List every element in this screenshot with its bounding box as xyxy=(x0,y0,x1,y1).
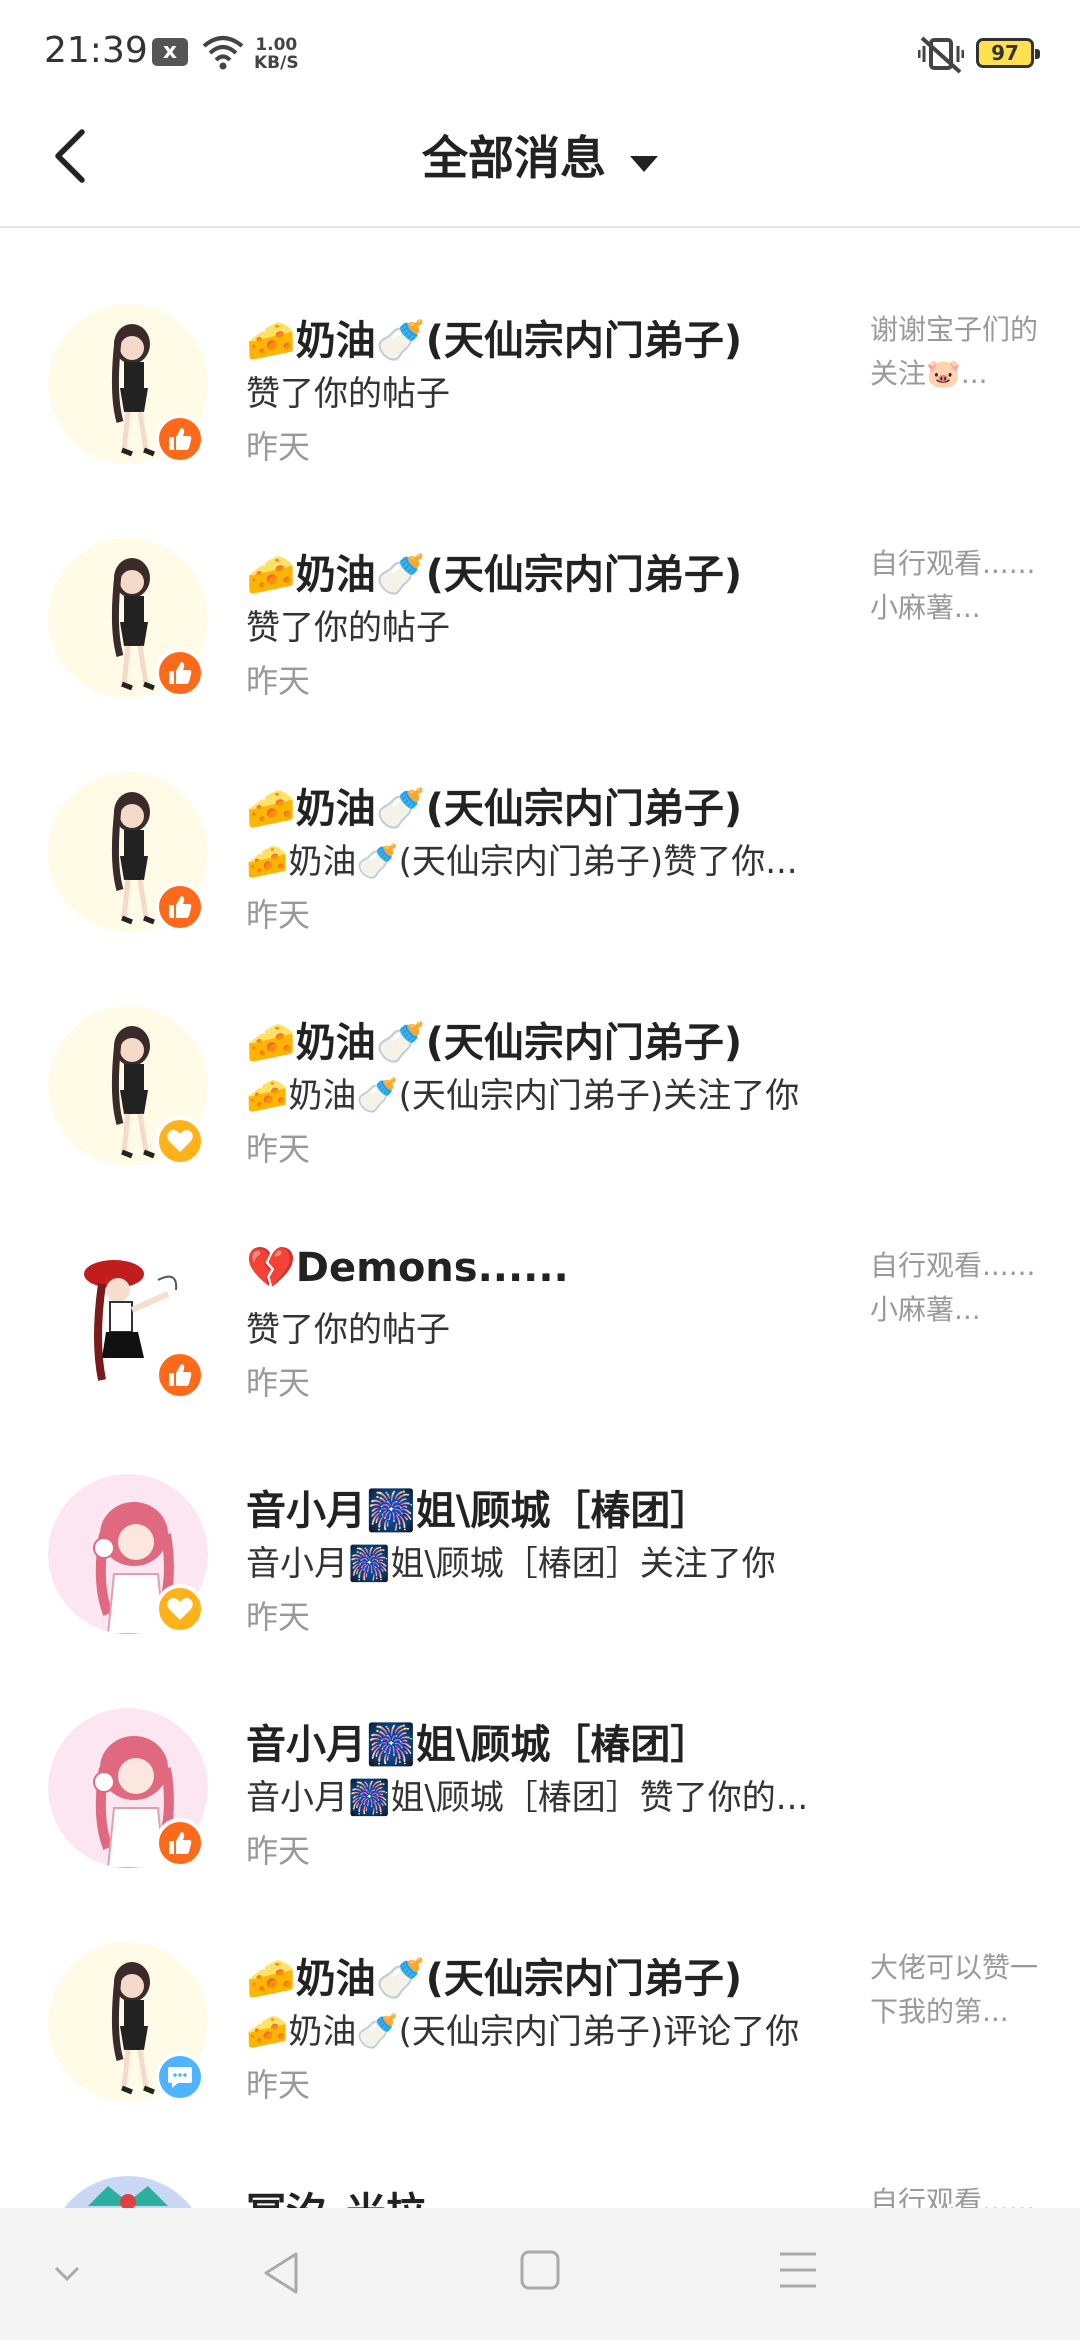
page-title: 全部消息 xyxy=(422,131,606,185)
message-action: 🧀奶油🍼(天仙宗内门弟子)赞了你... xyxy=(246,842,798,882)
message-action: 🧀奶油🍼(天仙宗内门弟子)评论了你 xyxy=(246,2012,800,2052)
vibrate-mute-icon xyxy=(918,36,964,74)
chevron-down-icon[interactable] xyxy=(52,2264,82,2284)
message-time: 昨天 xyxy=(246,2066,311,2104)
sender-name[interactable]: 音小月🎆姐\顾城［椿团］ xyxy=(246,1478,710,1536)
battery-indicator: 97 xyxy=(976,38,1040,68)
network-speed-unit: KB/S xyxy=(254,53,299,73)
message-filter-dropdown[interactable]: 全部消息 xyxy=(0,122,1080,188)
message-action: 音小月🎆姐\顾城［椿团］关注了你 xyxy=(246,1544,776,1584)
message-action: 赞了你的帖子 xyxy=(246,374,450,414)
notification-icon: x xyxy=(152,38,188,66)
message-list[interactable]: 🧀奶油🍼(天仙宗内门弟子) 赞了你的帖子 昨天 谢谢宝子们的关注🐷... 🧀奶油🍼(天仙… xyxy=(0,228,1080,2208)
sender-name[interactable]: 🧀奶油🍼(天仙宗内门弟子) xyxy=(246,1946,742,2004)
sender-name[interactable]: 🧀奶油🍼(天仙宗内门弟子) xyxy=(246,1010,742,1068)
message-item[interactable]: 🧀奶油🍼(天仙宗内门弟子) 🧀奶油🍼(天仙宗内门弟子)关注了你 昨天 xyxy=(0,1006,1080,1240)
system-navigation-bar xyxy=(0,2208,1080,2340)
heart-icon xyxy=(155,1116,205,1166)
message-time: 昨天 xyxy=(246,428,311,466)
nav-back-icon[interactable] xyxy=(258,2248,302,2298)
message-item[interactable]: 🧀奶油🍼(天仙宗内门弟子) 赞了你的帖子 昨天 自行观看......小麻薯... xyxy=(0,538,1080,772)
message-time: 昨天 xyxy=(246,1364,311,1402)
caret-down-icon xyxy=(630,155,658,172)
sender-name[interactable]: 🧀奶油🍼(天仙宗内门弟子) xyxy=(246,308,742,366)
message-time: 昨天 xyxy=(246,1832,311,1870)
status-bar: 21:39 x 1.00 KB/S 97 xyxy=(0,0,1080,100)
like-icon xyxy=(155,414,205,464)
wifi-icon xyxy=(202,36,244,70)
post-preview[interactable]: 大佬可以赞一下我的第... xyxy=(870,1946,1040,2034)
comment-icon xyxy=(155,2052,205,2102)
heart-icon xyxy=(155,1584,205,1634)
sender-name[interactable]: 🧀奶油🍼(天仙宗内门弟子) xyxy=(246,542,742,600)
message-item[interactable]: 音小月🎆姐\顾城［椿团］ 音小月🎆姐\顾城［椿团］关注了你 昨天 xyxy=(0,1474,1080,1708)
message-item[interactable]: 💔Demons...... 赞了你的帖子 昨天 自行观看......小麻薯... xyxy=(0,1240,1080,1474)
message-item[interactable]: 🧀奶油🍼(天仙宗内门弟子) 🧀奶油🍼(天仙宗内门弟子)评论了你 昨天 大佬可以赞一下我… xyxy=(0,1942,1080,2176)
message-item[interactable]: 🧀奶油🍼(天仙宗内门弟子) 🧀奶油🍼(天仙宗内门弟子)赞了你... 昨天 xyxy=(0,772,1080,1006)
message-item[interactable]: 冥汐_米拉 自行观看...... xyxy=(0,2176,1080,2208)
message-time: 昨天 xyxy=(246,662,311,700)
like-icon xyxy=(155,1818,205,1868)
nav-home-icon[interactable] xyxy=(518,2248,562,2292)
status-time: 21:39 xyxy=(44,30,148,71)
sender-name[interactable]: 🧀奶油🍼(天仙宗内门弟子) xyxy=(246,776,742,834)
sender-name[interactable]: 冥汐_米拉 xyxy=(246,2180,426,2208)
post-preview[interactable]: 自行观看......小麻薯... xyxy=(870,1244,1040,1332)
message-action: 音小月🎆姐\顾城［椿团］赞了你的... xyxy=(246,1778,809,1818)
message-action: 赞了你的帖子 xyxy=(246,608,450,648)
top-app-bar: 全部消息 xyxy=(0,100,1080,228)
sender-name[interactable]: 音小月🎆姐\顾城［椿团］ xyxy=(246,1712,710,1770)
post-preview[interactable]: 自行观看......小麻薯... xyxy=(870,542,1040,630)
message-action: 🧀奶油🍼(天仙宗内门弟子)关注了你 xyxy=(246,1076,800,1116)
message-time: 昨天 xyxy=(246,1130,311,1168)
like-icon xyxy=(155,1350,205,1400)
sender-name[interactable]: 💔Demons...... xyxy=(246,1244,569,1291)
nav-menu-icon[interactable] xyxy=(776,2248,820,2292)
blue-avatar[interactable] xyxy=(48,2176,208,2208)
like-icon xyxy=(155,648,205,698)
message-time: 昨天 xyxy=(246,896,311,934)
message-item[interactable]: 🧀奶油🍼(天仙宗内门弟子) 赞了你的帖子 昨天 谢谢宝子们的关注🐷... xyxy=(0,304,1080,538)
post-preview[interactable]: 自行观看...... xyxy=(870,2180,1040,2208)
like-icon xyxy=(155,882,205,932)
message-item[interactable]: 音小月🎆姐\顾城［椿团］ 音小月🎆姐\顾城［椿团］赞了你的... 昨天 xyxy=(0,1708,1080,1942)
message-action: 赞了你的帖子 xyxy=(246,1310,450,1350)
network-speed-value: 1.00 xyxy=(255,35,298,55)
post-preview[interactable]: 谢谢宝子们的关注🐷... xyxy=(870,308,1040,396)
message-time: 昨天 xyxy=(246,1598,311,1636)
network-speed: 1.00 KB/S xyxy=(254,36,299,72)
